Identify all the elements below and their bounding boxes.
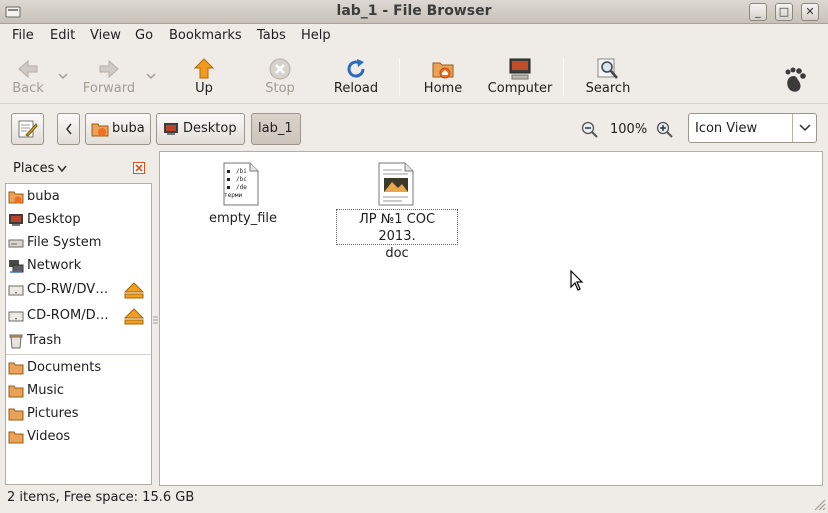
file-icon-view[interactable]: /bi /bc /de терми empty_file ЛР №1 СОС 2… [159,151,823,486]
window-title: lab_1 - File Browser [336,3,492,19]
up-button[interactable]: Up [178,48,230,104]
arrow-up-icon [193,58,215,79]
menu-go[interactable]: Go [135,28,153,43]
chevron-left-icon [66,123,72,135]
path-scroll-left-button[interactable] [57,113,80,145]
path-button-current[interactable]: lab_1 [251,113,301,145]
reload-button[interactable]: Reload [330,48,382,104]
places-sidebar: buba Desktop File System Network CD-RW/D… [5,183,152,485]
forward-button[interactable]: Forward [78,48,140,104]
folder-icon [8,362,24,375]
status-text: 2 items, Free space: 15.6 GB [7,490,195,505]
pane-resize-handle[interactable] [153,314,158,326]
optical-drive-icon [8,285,24,296]
grip-icon [153,316,158,324]
sidebar-item-videos[interactable]: Videos [6,426,151,448]
resize-grip-icon[interactable] [812,497,826,511]
sidebar-item-filesystem[interactable]: File System [6,232,151,254]
close-button[interactable]: ✕ [801,3,819,21]
reload-icon [347,59,365,78]
menu-view[interactable]: View [90,28,121,43]
arrow-left-icon [18,59,38,79]
gnome-foot-icon [785,67,806,92]
menu-bookmarks[interactable]: Bookmarks [169,28,242,43]
status-bar: 2 items, Free space: 15.6 GB [0,487,828,513]
document-file-icon [378,162,414,206]
menu-file[interactable]: File [12,28,34,43]
sidebar-item-documents[interactable]: Documents [6,357,151,379]
sidebar-item-cdrw[interactable]: CD-RW/DV… [6,279,151,301]
sidebar-item-pictures[interactable]: Pictures [6,403,151,425]
drive-icon [8,239,24,248]
toolbar: Back Forward Up Stop Reload Home Compute… [0,48,828,104]
folder-icon [8,385,24,398]
zoom-level[interactable]: 100% [610,122,647,137]
optical-drive-icon [8,311,24,322]
forward-history-dropdown-icon[interactable] [146,72,156,80]
folder-icon [8,408,24,421]
file-preview-text: /bi /bc /de терми [224,168,247,199]
arrow-right-icon [99,59,119,79]
eject-icon[interactable] [123,306,145,326]
network-icon [9,260,24,273]
desktop-icon [9,214,23,226]
file-item-selected[interactable]: ЛР №1 СОС 2013. doc [334,162,460,261]
search-icon [597,58,618,79]
home-folder-icon [91,123,109,137]
toggle-location-entry-button[interactable] [11,113,44,145]
sidebar-item-home[interactable]: buba [6,186,151,208]
sidebar-item-trash[interactable]: Trash [6,330,151,352]
menu-bar: File Edit View Go Bookmarks Tabs Help [0,24,828,48]
folder-icon [8,431,24,444]
minimize-button[interactable]: _ [749,3,767,21]
path-button-home[interactable]: buba [85,113,151,145]
title-bar[interactable]: lab_1 - File Browser _ □ ✕ [0,0,828,24]
sidebar-item-network[interactable]: Network [6,255,151,277]
zoom-in-icon[interactable] [656,121,673,138]
stop-button[interactable]: Stop [254,48,306,104]
file-name: ЛР №1 СОС 2013. doc [336,209,458,261]
sidebar-item-music[interactable]: Music [6,380,151,402]
mouse-cursor-icon [570,270,584,291]
close-sidebar-icon[interactable] [133,162,145,174]
path-button-desktop[interactable]: Desktop [156,113,245,145]
zoom-out-icon[interactable] [581,121,598,138]
file-name: empty_file [208,211,277,226]
view-mode-select[interactable]: Icon View [688,113,817,143]
menu-help[interactable]: Help [301,28,331,43]
computer-icon [509,58,531,80]
trash-icon [9,334,23,349]
menu-tabs[interactable]: Tabs [257,28,286,43]
eject-icon[interactable] [123,280,145,300]
edit-location-icon [18,120,38,138]
home-button[interactable]: Home [418,48,468,104]
back-button[interactable]: Back [4,48,52,104]
menu-edit[interactable]: Edit [50,28,75,43]
back-history-dropdown-icon[interactable] [58,72,68,80]
sidebar-item-cdrom[interactable]: CD-ROM/D… [6,305,151,327]
view-mode-dropdown[interactable] [792,114,816,142]
sidebar-header: Places [5,153,152,183]
home-folder-icon [432,62,454,79]
computer-button[interactable]: Computer [486,48,554,104]
sidebar-item-desktop[interactable]: Desktop [6,209,151,231]
chevron-down-icon [799,124,811,132]
desktop-icon [164,123,178,135]
search-button[interactable]: Search [580,48,636,104]
chevron-down-icon[interactable] [57,165,67,173]
home-folder-icon [8,191,24,204]
stop-icon [269,58,291,80]
places-selector-label[interactable]: Places [13,161,54,176]
file-item[interactable]: /bi /bc /de терми empty_file [200,162,286,228]
maximize-button[interactable]: □ [775,3,793,21]
